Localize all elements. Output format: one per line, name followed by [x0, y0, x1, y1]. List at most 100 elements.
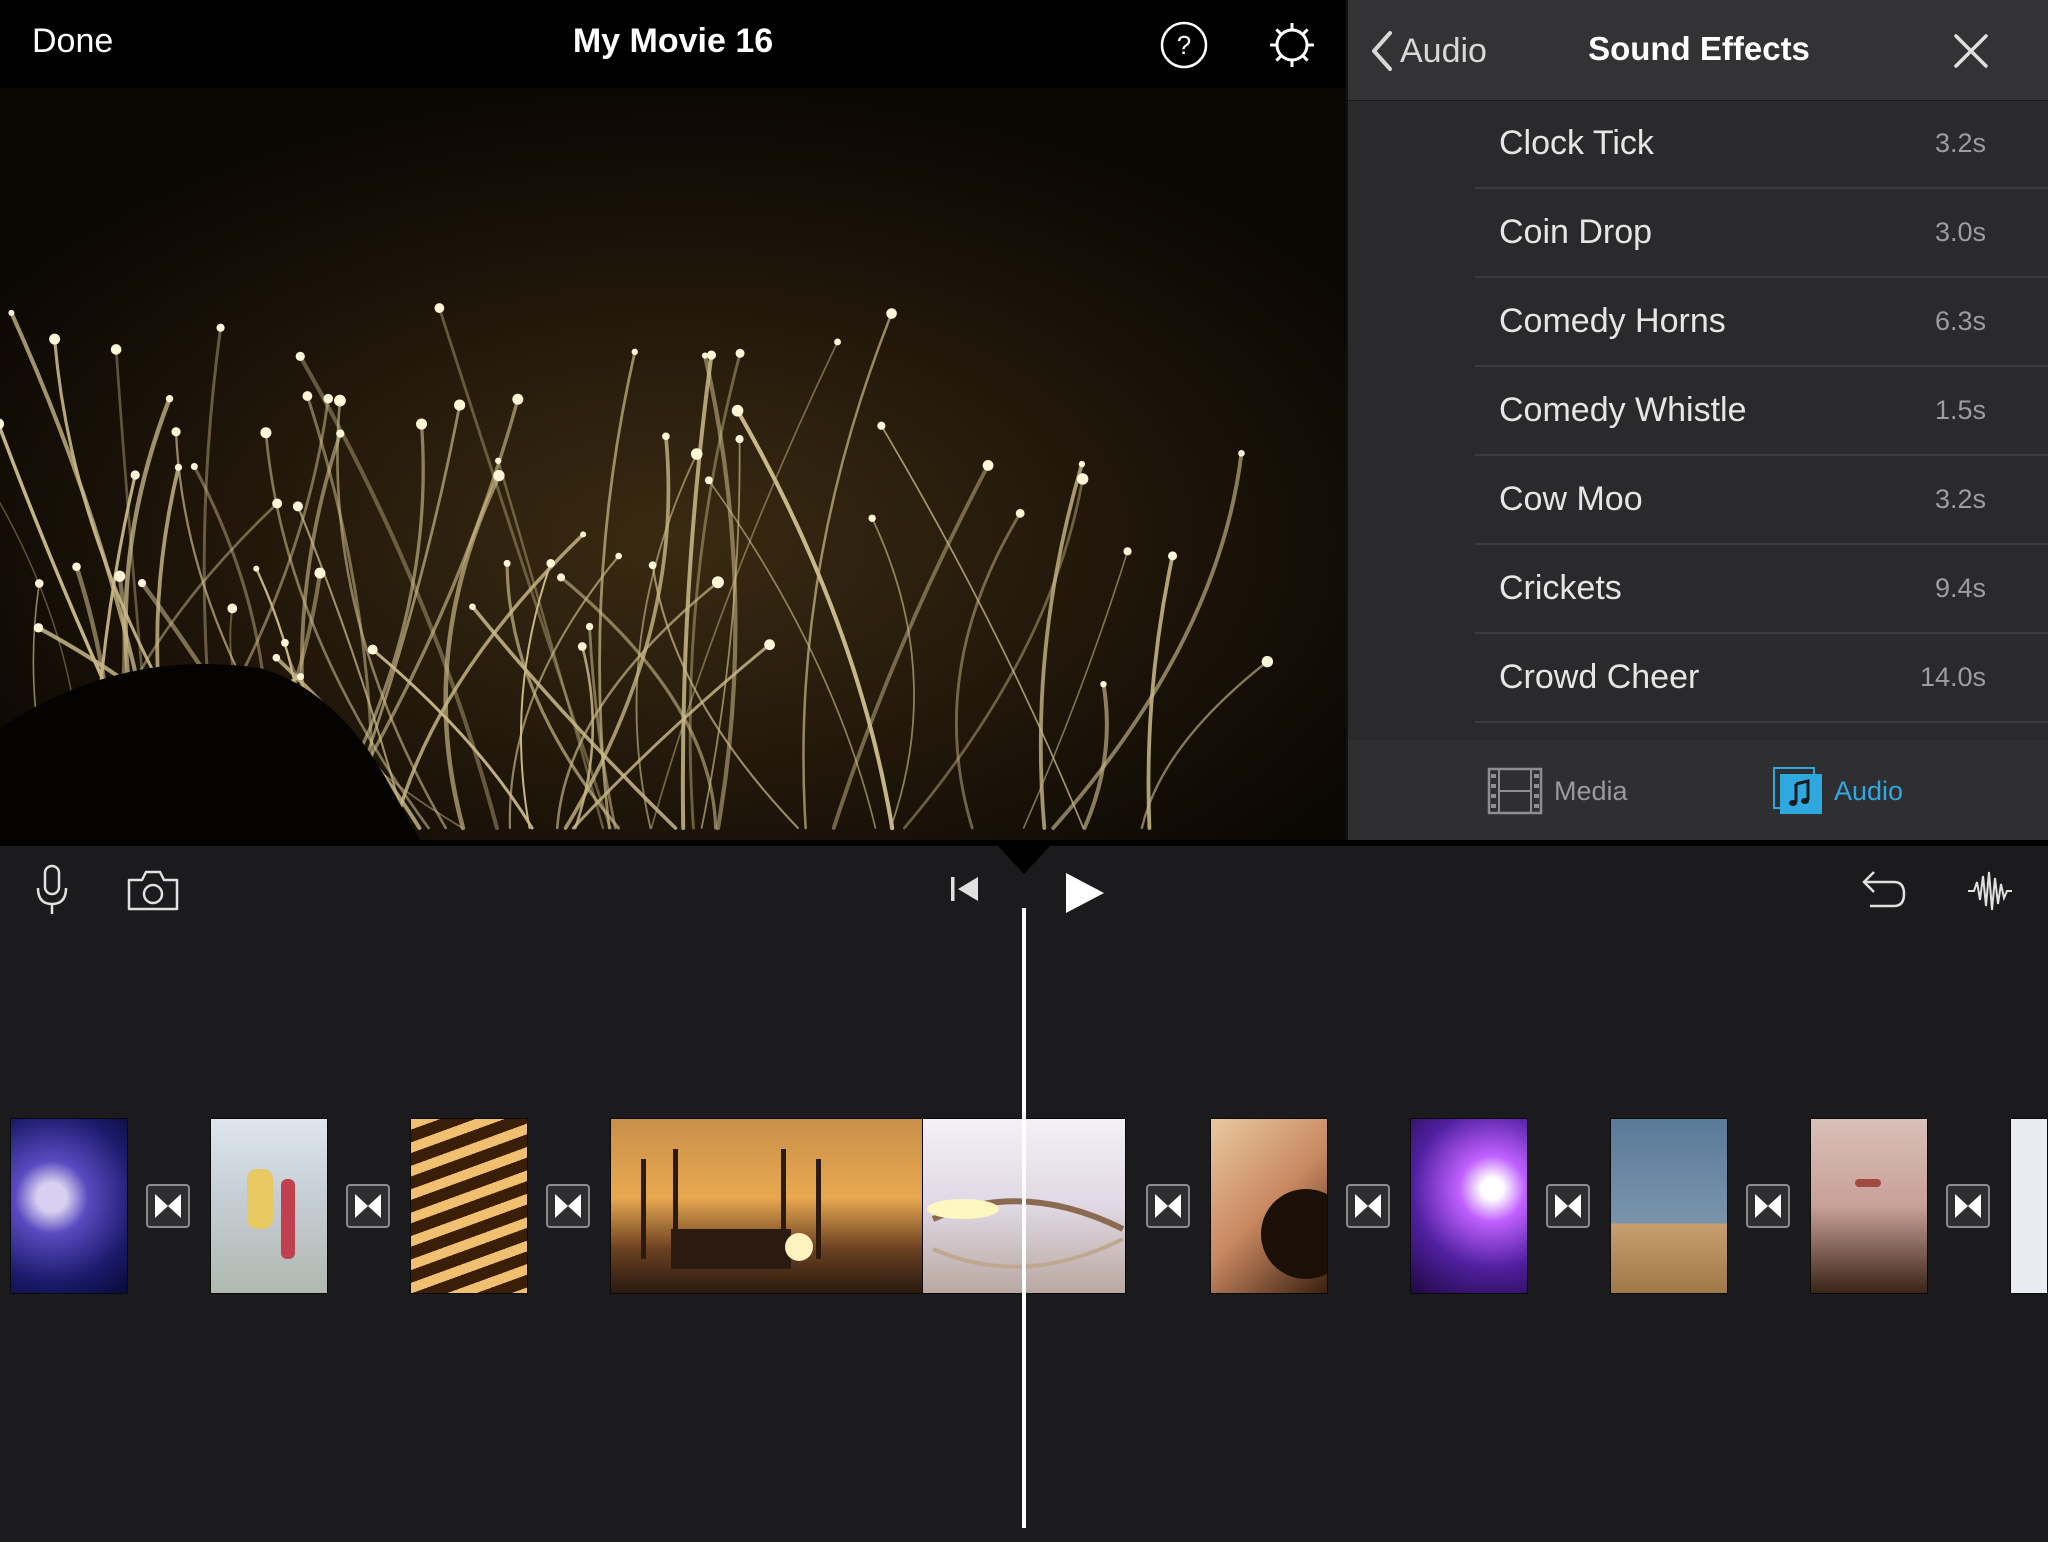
firework-spark [434, 303, 445, 313]
list-item[interactable]: Comedy Horns 6.3s [1475, 278, 2048, 367]
effect-duration: 3.2s [1934, 484, 1986, 514]
playhead[interactable] [1022, 908, 1026, 1528]
done-button[interactable]: Done [32, 22, 113, 61]
firework-spark [334, 394, 346, 407]
firework-spark [253, 565, 260, 572]
play-icon[interactable] [1062, 870, 1106, 916]
tab-media[interactable]: Media [1486, 766, 1628, 816]
list-item[interactable]: Crickets 9.4s [1475, 545, 2048, 634]
effect-name: Crickets [1499, 569, 1622, 607]
firework-spark [1168, 551, 1178, 561]
waveform-icon[interactable] [1966, 870, 2014, 912]
effect-name: Cow Moo [1499, 480, 1643, 518]
firework-spark [868, 514, 876, 522]
help-icon[interactable]: ? [1160, 21, 1208, 69]
undo-icon[interactable] [1858, 868, 1908, 912]
video-clip-selected[interactable] [610, 1118, 924, 1294]
firework-spark [631, 348, 638, 356]
timeline[interactable] [0, 840, 2048, 1542]
firework-spark [174, 463, 183, 471]
effect-duration: 3.2s [1934, 128, 1986, 158]
sound-effects-list: Clock Tick 3.2s Coin Drop 3.0s Comedy Ho… [1475, 100, 2048, 723]
firework-spark [190, 463, 198, 471]
settings-gear-icon[interactable] [1266, 19, 1318, 71]
firework-spark [735, 435, 744, 444]
transition-icon[interactable] [146, 1184, 190, 1228]
transition-icon[interactable] [1546, 1184, 1590, 1228]
video-clip[interactable] [1410, 1118, 1528, 1294]
transition-icon[interactable] [1346, 1184, 1390, 1228]
firework-spark [114, 570, 126, 582]
firework-spark [512, 393, 524, 405]
film-icon [1487, 767, 1543, 815]
firework-spark [1123, 547, 1132, 556]
firework-spark [546, 559, 555, 568]
browser-tab-bar: Media Audio [1348, 740, 2048, 840]
microphone-icon[interactable] [34, 864, 70, 916]
video-clip[interactable] [1610, 1118, 1728, 1294]
firework-spark [1261, 655, 1274, 668]
music-note-icon [1773, 767, 1822, 814]
effect-name: Comedy Whistle [1499, 391, 1747, 429]
video-preview[interactable] [0, 88, 1346, 840]
video-clip[interactable] [1210, 1118, 1328, 1294]
firework-spark [216, 323, 225, 332]
transition-icon[interactable] [1946, 1184, 1990, 1228]
transition-icon[interactable] [1746, 1184, 1790, 1228]
list-item[interactable]: Comedy Whistle 1.5s [1475, 367, 2048, 456]
firework-spark [34, 579, 44, 588]
firework-spark [580, 531, 587, 538]
chevron-left-icon [1372, 31, 1392, 71]
list-item[interactable]: Crowd Cheer 14.0s [1475, 634, 2048, 723]
close-icon[interactable] [1948, 28, 1994, 74]
panel-header: Audio Sound Effects [1348, 0, 2048, 101]
list-item[interactable]: Coin Drop 3.0s [1475, 189, 2048, 278]
firework-spark [367, 644, 378, 655]
transition-icon[interactable] [1146, 1184, 1190, 1228]
firework-spark [110, 344, 122, 355]
tab-audio[interactable]: Audio [1772, 766, 1903, 816]
firework-spark [1015, 508, 1025, 518]
firework-spark [1238, 449, 1245, 457]
firework-spark [454, 399, 466, 411]
firework-spark [469, 603, 476, 611]
video-clip[interactable] [10, 1118, 128, 1294]
firework-spark [1078, 460, 1086, 468]
effect-duration: 14.0s [1919, 662, 1986, 692]
firework-spark [314, 567, 326, 579]
video-clip[interactable] [1810, 1118, 1928, 1294]
firework-spark [648, 561, 657, 570]
firework-spark [1100, 680, 1107, 688]
firework-spark [272, 498, 283, 509]
firework-spark [130, 470, 140, 480]
firework-spark [1076, 473, 1089, 485]
firework-spark [503, 559, 511, 567]
firework-spark [706, 350, 716, 360]
back-to-audio-button[interactable]: Audio [1370, 26, 1487, 76]
video-clip[interactable] [410, 1118, 528, 1294]
effect-duration: 1.5s [1934, 395, 1986, 425]
firework-spark [281, 638, 289, 647]
tab-audio-label: Audio [1834, 775, 1904, 806]
transition-icon[interactable] [346, 1184, 390, 1228]
list-item[interactable]: Clock Tick 3.2s [1475, 100, 2048, 189]
transition-icon[interactable] [546, 1184, 590, 1228]
firework-spark [137, 578, 147, 588]
video-clip[interactable] [2010, 1118, 2048, 1294]
firework-spark [296, 672, 305, 681]
effect-duration: 3.0s [1934, 217, 1986, 247]
list-item[interactable]: Cow Moo 3.2s [1475, 456, 2048, 545]
firework-spark [49, 333, 61, 345]
camera-icon[interactable] [126, 868, 180, 912]
firework-spark [704, 476, 713, 485]
svg-text:?: ? [1177, 30, 1191, 60]
top-bar: Done My Movie 16 ? [0, 0, 1346, 88]
firework-spark [690, 448, 703, 460]
effect-name: Comedy Horns [1499, 302, 1726, 340]
video-clip[interactable] [210, 1118, 328, 1294]
firework-spark [886, 308, 897, 319]
firework-spark [711, 576, 724, 589]
firework-spark [416, 418, 428, 430]
skip-to-start-icon[interactable] [948, 872, 982, 906]
firework-spark [260, 427, 272, 439]
